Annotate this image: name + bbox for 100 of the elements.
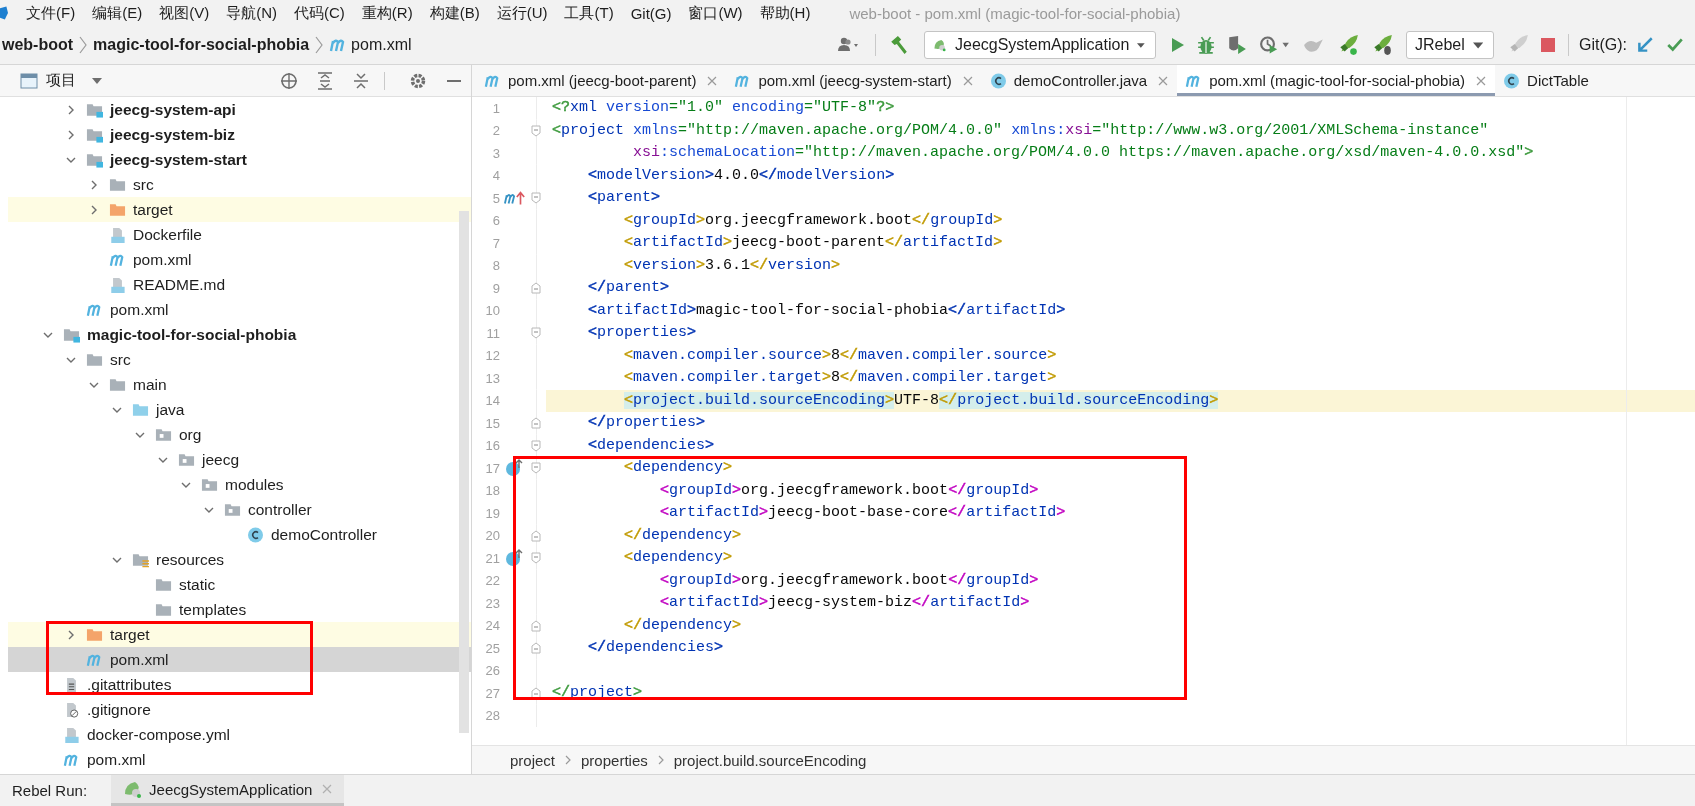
editor-tab[interactable]: DictTable — [1495, 65, 1598, 96]
class-icon — [989, 72, 1007, 89]
window-title: web-boot - pom.xml (magic-tool-for-social-phobia) — [849, 4, 1181, 22]
chevron-icon — [565, 755, 572, 765]
stop-icon[interactable] — [1538, 36, 1558, 54]
menu-item[interactable]: 构建(B) — [421, 3, 489, 23]
line-number: 8 — [491, 258, 500, 274]
menu-item[interactable]: 帮助(H) — [751, 3, 820, 23]
breadcrumb-item[interactable]: magic-tool-for-social-phobia — [93, 36, 310, 54]
code-line: <groupId>org.jeecgframework.boot</groupId> — [659, 480, 1040, 501]
breadcrumb-item[interactable]: pom.xml — [351, 36, 412, 54]
line-number: 13 — [484, 370, 500, 386]
tree-item[interactable]: pom.xml — [8, 747, 471, 772]
close-icon[interactable] — [1158, 75, 1169, 86]
editor-tab[interactable]: pom.xml (jeecg-system-start) — [726, 65, 982, 96]
settings-icon[interactable] — [409, 71, 427, 90]
menu-item[interactable]: 窗口(W) — [680, 3, 752, 23]
caret-icon[interactable] — [92, 77, 102, 84]
tree-item[interactable]: modules — [8, 472, 471, 497]
m-arrow-icon[interactable] — [504, 190, 526, 207]
tree-item[interactable]: org — [8, 422, 471, 447]
tree-item[interactable]: docker-compose.yml — [8, 722, 471, 747]
close-icon[interactable] — [962, 75, 973, 86]
code-line: <dependency> — [623, 548, 734, 568]
tree-item[interactable]: src — [8, 172, 471, 197]
tree-item[interactable]: README.md — [8, 272, 471, 297]
locate-icon[interactable] — [280, 71, 298, 90]
tree-item[interactable]: jeecg — [8, 447, 471, 472]
menu-item[interactable]: 编辑(E) — [84, 3, 152, 23]
menu-item[interactable]: 重构(R) — [353, 3, 422, 23]
gutter-circle-icon[interactable] — [504, 549, 524, 568]
code-line: <artifactId>jeecg-boot-base-core</artifactId> — [659, 503, 1067, 523]
caret-icon — [1472, 41, 1483, 49]
run-config-dropdown[interactable]: JeecgSystemApplication — [924, 31, 1156, 59]
class-icon — [247, 526, 264, 543]
gutter-circle-icon[interactable] — [504, 459, 524, 478]
menu-item[interactable]: 工具(T) — [556, 3, 623, 23]
editor-tab[interactable]: demoController.java — [981, 65, 1178, 96]
code-line: <artifactId>jeecg-boot-parent</artifactId> — [623, 233, 1004, 253]
code-line: <version>3.6.1</version> — [623, 255, 842, 276]
git-label: Git(G): — [1579, 36, 1627, 54]
close-icon[interactable] — [1476, 75, 1487, 86]
tree-item[interactable]: demoController — [8, 522, 471, 547]
code-line: <groupId>org.jeecgframework.boot</groupId> — [659, 570, 1040, 591]
panel-title[interactable]: 项目 — [46, 71, 76, 90]
tree-item[interactable]: resources — [8, 547, 471, 572]
code-line: <dependencies> — [587, 435, 716, 456]
line-number: 15 — [484, 415, 500, 431]
line-number: 2 — [491, 123, 500, 139]
tree-item[interactable]: jeecg-system-start — [8, 147, 471, 172]
code-line: <artifactId>magic-tool-for-social-phobia</artifactId> — [587, 300, 1067, 321]
menu-item[interactable]: Git(G) — [622, 4, 681, 22]
menu-item[interactable]: 代码(C) — [286, 3, 354, 23]
tree-item[interactable]: target — [8, 622, 471, 647]
tree-item[interactable]: src — [8, 347, 471, 372]
tree-item[interactable]: .gitattributes — [8, 672, 471, 697]
tree-item[interactable]: jeecg-system-api — [8, 97, 471, 122]
chevron-icon — [657, 755, 664, 765]
menu-item[interactable]: 文件(F) — [18, 3, 85, 23]
line-number: 17 — [484, 460, 500, 476]
tree-item[interactable]: static — [8, 572, 471, 597]
line-number: 21 — [484, 550, 500, 566]
tab-label: DictTable — [1527, 72, 1589, 89]
tree-item[interactable]: controller — [8, 497, 471, 522]
app-run-icon — [123, 780, 144, 798]
breadcrumb-item[interactable]: properties — [581, 751, 648, 769]
tree-item[interactable]: pom.xml — [8, 247, 471, 272]
breadcrumb-item[interactable]: web-boot — [2, 36, 74, 54]
editor-tab[interactable]: pom.xml (magic-tool-for-social-phobia) — [1177, 65, 1496, 96]
code-line: </dependency> — [623, 525, 743, 546]
line-number: 11 — [485, 325, 500, 341]
breadcrumb-item[interactable]: project — [510, 751, 556, 769]
tree-item[interactable]: jeecg-system-biz — [8, 122, 471, 147]
line-number: 9 — [491, 280, 500, 296]
breadcrumb-item[interactable]: project.build.sourceEncoding — [673, 751, 867, 769]
chevron-icon — [315, 36, 324, 54]
close-icon[interactable] — [707, 75, 718, 86]
tree-item[interactable]: pom.xml — [8, 647, 471, 672]
tree-item[interactable]: pom.xml — [8, 297, 471, 322]
chevron-icon — [79, 36, 88, 54]
tree-item[interactable]: java — [8, 397, 471, 422]
editor-tab[interactable]: pom.xml (jeecg-boot-parent) — [476, 65, 727, 96]
tree-item[interactable]: templates — [8, 597, 471, 622]
menu-item[interactable]: 运行(U) — [488, 3, 557, 23]
menu-item[interactable]: 导航(N) — [218, 3, 286, 23]
tree-item[interactable]: main — [8, 372, 471, 397]
expand-all-icon[interactable] — [316, 71, 334, 90]
tree-item[interactable]: magic-tool-for-social-phobia — [8, 322, 471, 347]
line-number: 22 — [484, 573, 500, 589]
tree-item[interactable]: target — [8, 197, 471, 222]
collapse-all-icon[interactable] — [352, 71, 370, 90]
tab-label: pom.xml (jeecg-system-start) — [758, 72, 952, 89]
app-logo-icon[interactable] — [0, 5, 8, 21]
jrebel-dropdown[interactable]: JRebel — [1406, 31, 1494, 59]
fold-icon[interactable] — [531, 687, 541, 700]
tree-item[interactable]: .gitignore — [8, 697, 471, 722]
run-tab[interactable]: JeecgSystemApplication — [111, 775, 345, 806]
tree-item[interactable]: Dockerfile — [8, 222, 471, 247]
menu-item[interactable]: 视图(V) — [151, 3, 219, 23]
scrollbar[interactable] — [459, 211, 469, 733]
